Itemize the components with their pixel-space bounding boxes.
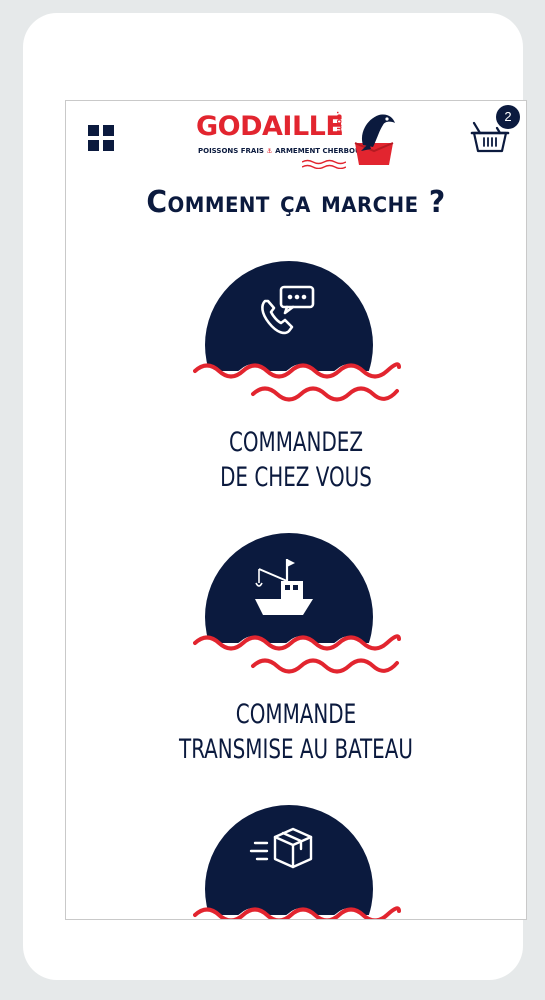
screen: GODAILLE .com POISSONS FRAIS ⚓ ARMEMENT …: [65, 100, 527, 920]
menu-grid-icon[interactable]: [88, 125, 114, 151]
step-label-line1: COMMANDE: [235, 699, 357, 730]
logo-waves: [302, 159, 346, 169]
step-emblem: [193, 805, 401, 919]
fish-crate-icon: [354, 114, 395, 165]
step-emblem: [193, 261, 401, 402]
brand-logo[interactable]: GODAILLE .com POISSONS FRAIS ⚓ ARMEMENT …: [194, 107, 399, 171]
page-title: Comment ça marche ?: [146, 185, 446, 220]
phone-frame: GODAILLE .com POISSONS FRAIS ⚓ ARMEMENT …: [23, 13, 527, 980]
step-label: COMMANDE TRANSMISE AU BATEAU: [107, 697, 484, 767]
step-label-line2: DE CHEZ VOUS: [220, 462, 372, 493]
brand-suffix: .com: [335, 111, 344, 133]
cart-count-badge: 2: [496, 105, 520, 129]
cart-button[interactable]: 2: [470, 105, 520, 155]
anchor-icon: ⚓: [266, 147, 273, 155]
step-label-line1: COMMANDEZ: [228, 427, 364, 458]
step-label-line2: TRANSMISE AU BATEAU: [179, 734, 413, 765]
brand-name: GODAILLE: [196, 111, 344, 142]
tagline-left: POISSONS FRAIS: [198, 147, 264, 155]
step-emblem: [193, 533, 401, 674]
step-label: COMMANDEZ DE CHEZ VOUS: [107, 425, 484, 495]
